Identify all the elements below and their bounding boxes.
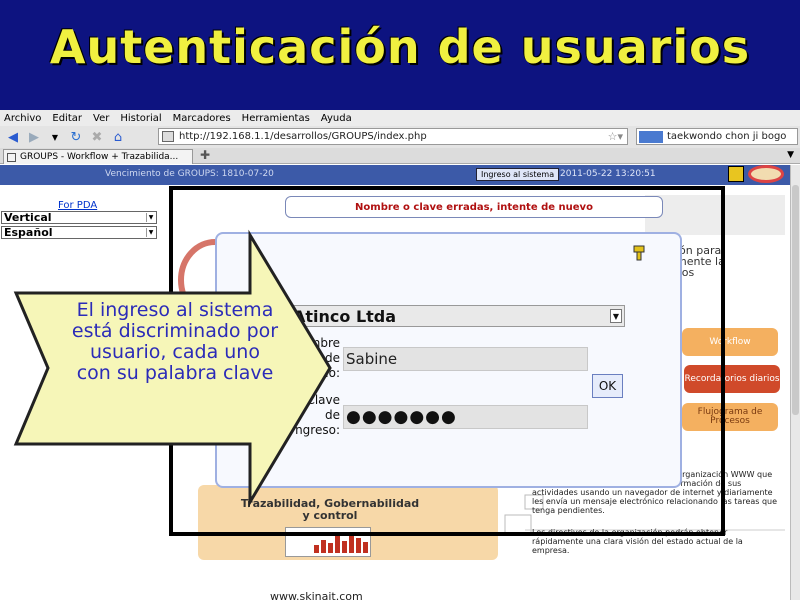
browser-tabbar: GROUPS - Workflow + Trazabilida... ✚ ▼ — [0, 148, 800, 164]
left-panel: For PDA Vertical ▼ Español ▼ — [0, 185, 160, 600]
chevron-down-icon: ▼ — [146, 213, 155, 222]
menu-ayuda[interactable]: Ayuda — [321, 113, 352, 124]
slide-title: Autenticación de usuarios — [49, 20, 751, 74]
datetime-text: 2011-05-22 13:20:51 — [560, 169, 656, 179]
callout-text: El ingreso al sistema está discriminado … — [71, 299, 279, 384]
tab-favicon-icon — [7, 153, 16, 162]
thumbnail-bar — [314, 545, 319, 553]
url-text: http://192.168.1.1/desarrollos/GROUPS/in… — [179, 131, 427, 142]
tab-groups[interactable]: GROUPS - Workflow + Trazabilida... — [3, 149, 193, 164]
stop-icon[interactable]: ✖ — [88, 128, 106, 146]
url-input[interactable]: http://192.168.1.1/desarrollos/GROUPS/in… — [158, 128, 628, 145]
search-engine-icon[interactable] — [639, 131, 663, 143]
login-system-button[interactable]: Ingreso al sistema — [476, 168, 560, 181]
menu-marcadores[interactable]: Marcadores — [173, 113, 231, 124]
site-icon — [162, 131, 174, 142]
thumbnail-bar — [349, 533, 354, 553]
thumbnail-bar — [356, 538, 361, 553]
search-input[interactable]: taekwondo chon ji bogo — [636, 128, 798, 145]
slide-header: Autenticación de usuarios — [0, 0, 800, 110]
dropdown-icon[interactable]: ▼ — [46, 128, 64, 146]
menu-archivo[interactable]: Archivo — [4, 113, 41, 124]
language-select-value: Español — [4, 226, 53, 239]
home-icon[interactable]: ⌂ — [109, 128, 127, 146]
thumbnail-bar — [328, 543, 333, 553]
back-icon[interactable]: ◀ — [4, 128, 22, 146]
browser-navbar: ◀ ▶ ▼ ↻ ✖ ⌂ http://192.168.1.1/desarroll… — [0, 126, 800, 148]
bookmark-star-icon[interactable]: ☆▾ — [608, 130, 623, 143]
new-tab-icon[interactable]: ✚ — [200, 148, 210, 162]
pda-link[interactable]: For PDA — [58, 200, 97, 211]
company-logo — [748, 165, 784, 183]
scroll-thumb[interactable] — [792, 185, 799, 415]
page-scrollbar[interactable] — [790, 165, 800, 600]
thumbnail-bar — [321, 540, 326, 553]
tab-title: GROUPS - Workflow + Trazabilida... — [20, 152, 179, 162]
website-link[interactable]: www.skinait.com — [270, 590, 363, 600]
forward-icon[interactable]: ▶ — [25, 128, 43, 146]
thumbnail-bar — [363, 542, 368, 553]
menu-herramientas[interactable]: Herramientas — [242, 113, 310, 124]
menu-ver[interactable]: Ver — [93, 113, 109, 124]
search-text: taekwondo chon ji bogo — [667, 131, 787, 142]
expiration-text: Vencimiento de GROUPS: 1810-07-20 — [105, 169, 274, 179]
app-badge-icon — [728, 166, 744, 182]
page-topbar: Vencimiento de GROUPS: 1810-07-20 Ingres… — [0, 165, 790, 185]
menu-editar[interactable]: Editar — [52, 113, 82, 124]
reload-icon[interactable]: ↻ — [67, 128, 85, 146]
browser-menubar: Archivo Editar Ver Historial Marcadores … — [0, 110, 800, 126]
layout-select-value: Vertical — [4, 211, 52, 224]
chevron-down-icon: ▼ — [146, 228, 155, 237]
thumbnail-bar — [342, 541, 347, 553]
menu-historial[interactable]: Historial — [120, 113, 161, 124]
tab-list-icon[interactable]: ▼ — [787, 150, 794, 160]
language-select[interactable]: Español ▼ — [1, 226, 157, 239]
thumbnail-bar — [335, 535, 340, 553]
layout-select[interactable]: Vertical ▼ — [1, 211, 157, 224]
